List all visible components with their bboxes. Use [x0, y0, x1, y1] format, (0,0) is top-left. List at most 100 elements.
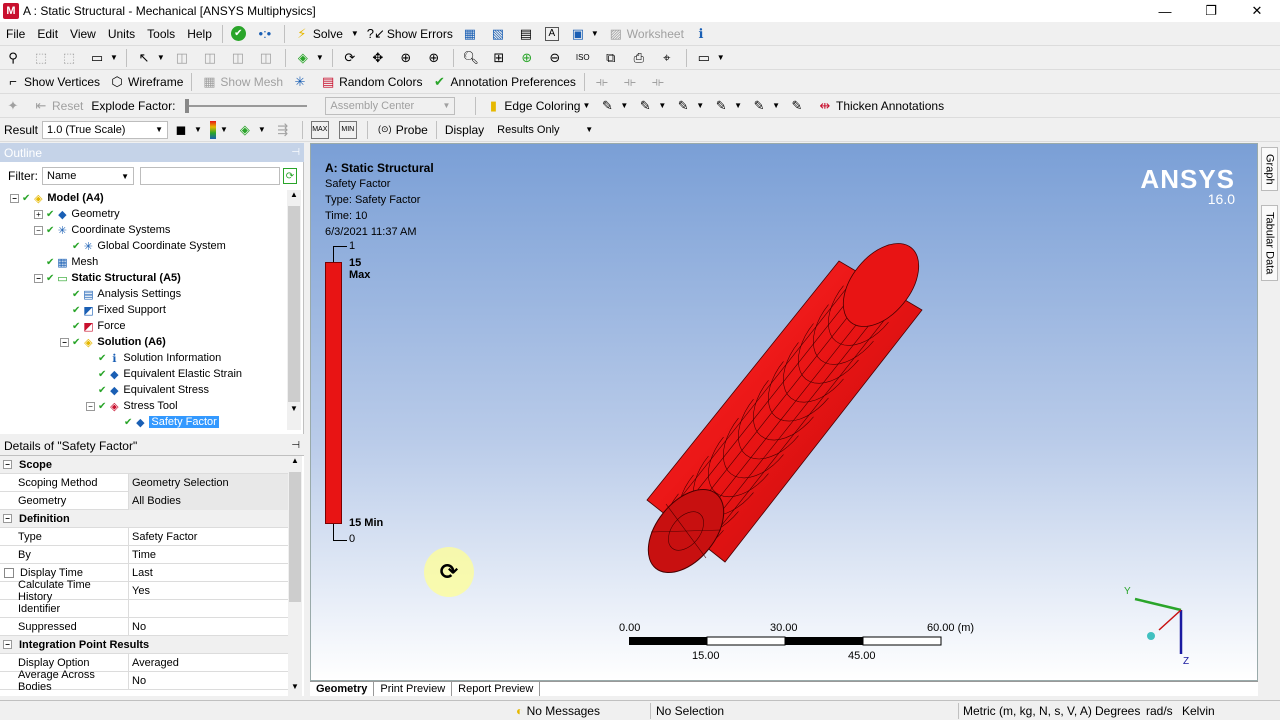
collapse-icon[interactable]: −	[60, 337, 69, 347]
edge-style-4-button[interactable]: ✎ ▼	[746, 95, 784, 117]
tab-report-preview[interactable]: Report Preview	[452, 681, 541, 696]
collapse-icon[interactable]: −	[34, 273, 43, 283]
filter-search-input[interactable]	[140, 167, 280, 185]
edge-style-5-button[interactable]: ✎	[784, 95, 812, 117]
rotate-button[interactable]: ⟳	[337, 47, 365, 69]
annotation-button[interactable]: A	[541, 23, 565, 45]
model-graphics[interactable]	[311, 144, 1258, 681]
details-value[interactable]: Time	[129, 546, 288, 564]
tree-item-force[interactable]: ✔ ◩ Force	[72, 318, 126, 334]
tab-print-preview[interactable]: Print Preview	[374, 681, 453, 696]
print-button[interactable]: ⎙	[626, 47, 654, 69]
geometry-display-button[interactable]: ◼ ▼	[168, 119, 206, 141]
cylinder-body[interactable]	[633, 229, 933, 586]
assembly-center-select[interactable]: Assembly Center ▼	[325, 96, 456, 115]
iso-view-button[interactable]: ISO	[570, 47, 598, 69]
collapse-icon[interactable]: −	[3, 514, 12, 523]
vector-button[interactable]: ⇶	[270, 119, 298, 141]
scrollbar-thumb[interactable]	[289, 472, 301, 602]
tree-item-equivalent-elastic-strain[interactable]: ✔ ◆ Equivalent Elastic Strain	[98, 366, 242, 382]
select-mode-button[interactable]: ▭ ▼	[84, 47, 122, 69]
select-2-button[interactable]: ⬚	[56, 47, 84, 69]
units-status[interactable]: Metric (m, kg, N, s, V, A)	[963, 704, 1092, 718]
worksheet-button[interactable]: ▨ Worksheet	[603, 23, 688, 45]
details-value[interactable]	[129, 600, 288, 618]
display-time-checkbox[interactable]	[4, 567, 14, 578]
tree-item-solution[interactable]: − ✔ ◈ Solution (A6)	[60, 334, 166, 350]
details-row-average-across-bodies[interactable]: Average Across Bodies No	[0, 669, 288, 693]
zoom-out-button[interactable]: ⊖	[542, 47, 570, 69]
table-button[interactable]: ▦	[457, 23, 485, 45]
tree-item-analysis-settings[interactable]: ✔ ▤ Analysis Settings	[72, 286, 181, 302]
reset-button[interactable]: ⇤ Reset	[28, 95, 87, 117]
menu-view[interactable]: View	[64, 27, 102, 41]
edge-style-3-button[interactable]: ✎ ▼	[708, 95, 746, 117]
tree-item-model[interactable]: − ✔ ◈ Model (A4)	[10, 190, 104, 206]
edge-direction-2-button[interactable]: ⟛	[617, 71, 645, 93]
edge-style-1-button[interactable]: ✎ ▼	[632, 95, 670, 117]
tree-item-fixed-support[interactable]: ✔ ◩ Fixed Support	[72, 302, 166, 318]
menu-edit[interactable]: Edit	[31, 27, 64, 41]
chart-button[interactable]: ▧	[485, 23, 513, 45]
vertex-select-button[interactable]: ◫	[169, 47, 197, 69]
report-button[interactable]: ▤	[513, 23, 541, 45]
details-row-identifier[interactable]: Identifier	[0, 599, 288, 618]
tab-graph[interactable]: Graph	[1261, 147, 1278, 191]
display-select[interactable]: Results Only ▼	[492, 120, 599, 139]
refresh-icon[interactable]: ⟳	[283, 168, 297, 184]
pin-icon[interactable]: ⊣	[291, 147, 300, 158]
tab-tabular-data[interactable]: Tabular Data	[1261, 205, 1278, 281]
edge-style-0-button[interactable]: ✎ ▼	[594, 95, 632, 117]
distribute-button[interactable]: •:•	[252, 23, 280, 45]
show-vertices-button[interactable]: ⌐ Show Vertices	[0, 71, 104, 93]
tree-item-equivalent-stress[interactable]: ✔ ◆ Equivalent Stress	[98, 382, 209, 398]
tag-button[interactable]: ⌖	[654, 47, 682, 69]
rate-unit-status[interactable]: rad/s	[1146, 704, 1173, 718]
max-button[interactable]: MAX	[307, 119, 335, 141]
angle-unit-status[interactable]: Degrees	[1095, 704, 1140, 718]
close-icon[interactable]: ✕	[1234, 0, 1280, 22]
menu-units[interactable]: Units	[102, 27, 141, 41]
tree-item-geometry[interactable]: + ✔ ◆ Geometry	[34, 206, 120, 222]
expand-icon[interactable]: +	[34, 209, 43, 219]
tree-item-stress-tool[interactable]: − ✔ ◈ Stress Tool	[86, 398, 178, 414]
body-filter-button[interactable]: ◈ ▼	[290, 47, 328, 69]
box-zoom-button[interactable]: ⊕	[421, 47, 449, 69]
zoom-in-button[interactable]: ⊕	[514, 47, 542, 69]
details-value[interactable]: All Bodies	[129, 491, 288, 510]
tree-item-static-structural[interactable]: − ✔ ▭ Static Structural (A5)	[34, 270, 181, 286]
details-category-scope[interactable]: − Scope	[0, 456, 288, 474]
result-scale-select[interactable]: 1.0 (True Scale) ▼	[42, 120, 169, 139]
details-value[interactable]: Last	[129, 564, 288, 582]
messages-status[interactable]: ◐ No Messages	[516, 704, 600, 718]
edge-style-2-button[interactable]: ✎ ▼	[670, 95, 708, 117]
details-value[interactable]: Yes	[129, 582, 288, 600]
details-category-definition[interactable]: − Definition	[0, 510, 288, 528]
temperature-unit-status[interactable]: Kelvin	[1182, 704, 1215, 718]
details-value[interactable]: Geometry Selection	[129, 473, 288, 492]
details-value[interactable]: No	[129, 672, 288, 690]
restore-icon[interactable]: ❐	[1188, 0, 1234, 22]
context-help-button[interactable]: ℹ	[688, 23, 716, 45]
details-value[interactable]: Safety Factor	[129, 528, 288, 546]
pan-button[interactable]: ✥	[365, 47, 393, 69]
details-row-suppressed[interactable]: Suppressed No	[0, 617, 288, 636]
face-select-button[interactable]: ◫	[225, 47, 253, 69]
details-value[interactable]: No	[129, 618, 288, 636]
explode-button[interactable]: ✳	[287, 71, 315, 93]
scroll-down-icon[interactable]: ▼	[288, 682, 302, 696]
outline-scrollbar[interactable]: ▲ ▼	[287, 190, 301, 430]
tree-item-global-coordinate-system[interactable]: ✔ ✳ Global Coordinate System	[72, 238, 226, 254]
tree-item-coordinate-systems[interactable]: − ✔ ✳ Coordinate Systems	[34, 222, 170, 238]
zoom-fit-button[interactable]: 🔍︎	[458, 47, 486, 69]
edges-button[interactable]: ◈ ▼	[232, 119, 270, 141]
annotation-preferences-button[interactable]: ✔ Annotation Preferences	[426, 71, 579, 93]
collapse-icon[interactable]: −	[3, 640, 12, 649]
minimize-icon[interactable]: —	[1142, 0, 1188, 22]
graphics-viewport[interactable]: A: Static Structural Safety Factor Type:…	[310, 143, 1258, 681]
show-mesh-button[interactable]: ▦ Show Mesh	[196, 71, 287, 93]
scrollbar-thumb[interactable]	[288, 206, 300, 402]
details-scrollbar[interactable]: ▲ ▼	[288, 456, 302, 696]
details-category-integration-point-results[interactable]: − Integration Point Results	[0, 636, 288, 654]
details-value[interactable]: Averaged	[129, 654, 288, 672]
